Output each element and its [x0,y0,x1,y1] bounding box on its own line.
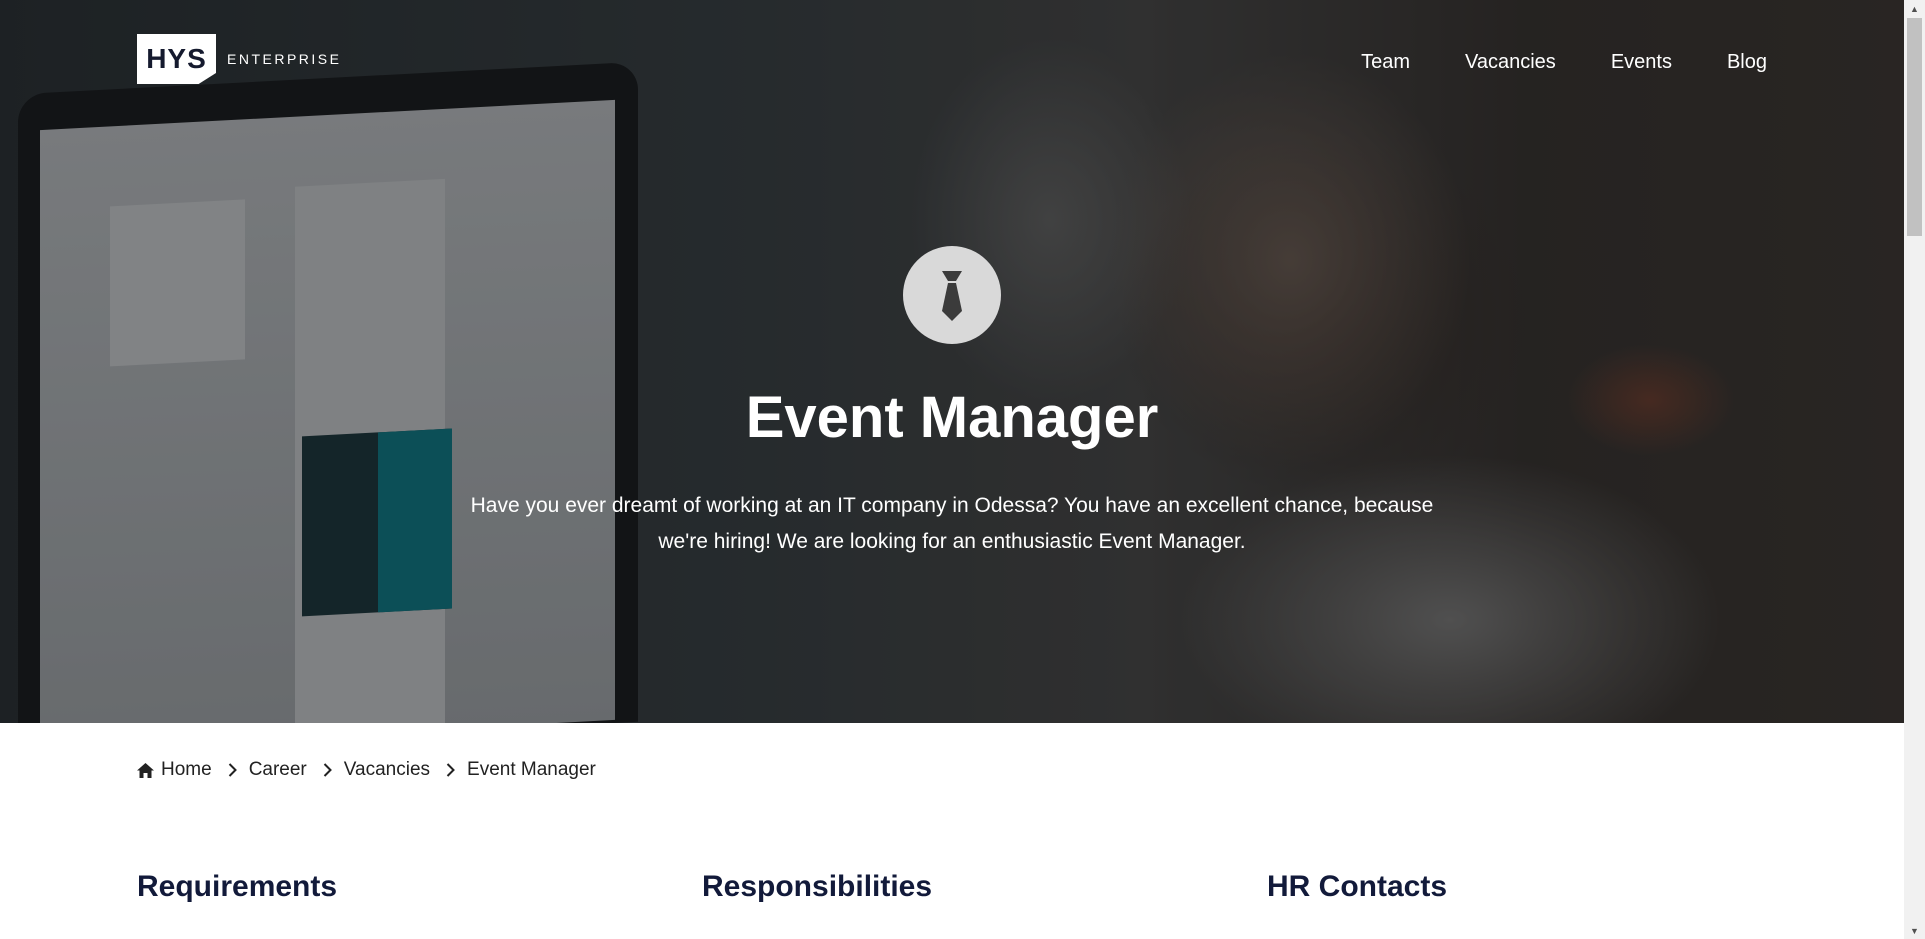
chevron-right-icon [446,763,455,777]
logo-text: ENTERPRISE [227,51,342,67]
breadcrumb-career[interactable]: Career [249,759,307,781]
nav-vacancies[interactable]: Vacancies [1465,51,1556,74]
scroll-up-arrow-icon[interactable]: ▲ [1904,0,1925,17]
logo-mark: HYS [137,34,216,84]
responsibilities-heading: Responsibilities [702,870,933,903]
requirements-heading: Requirements [137,870,338,903]
hero-description: Have you ever dreamt of working at an IT… [470,494,1434,553]
necktie-icon [903,246,1001,344]
scrollbar-thumb[interactable] [1907,18,1922,236]
site-logo[interactable]: HYS ENTERPRISE [137,34,341,84]
nav-team[interactable]: Team [1361,51,1410,74]
nav-events[interactable]: Events [1611,51,1672,74]
main-nav: Team Vacancies Events Blog [1361,51,1767,74]
scroll-down-arrow-icon[interactable]: ▼ [1904,922,1925,939]
breadcrumb-current: Event Manager [467,759,596,780]
hero-banner [0,0,1904,723]
chevron-right-icon [323,763,332,777]
hero-overlay [0,0,1904,723]
page-title: Event Manager [745,385,1159,450]
home-icon [137,762,154,778]
breadcrumb-vacancies[interactable]: Vacancies [344,759,430,781]
chevron-right-icon [228,763,237,777]
breadcrumb: Home Career Vacancies Event Manager [137,759,596,781]
breadcrumb-home[interactable]: Home [161,759,212,781]
nav-blog[interactable]: Blog [1727,51,1767,74]
hr-contacts-heading: HR Contacts [1267,870,1448,903]
